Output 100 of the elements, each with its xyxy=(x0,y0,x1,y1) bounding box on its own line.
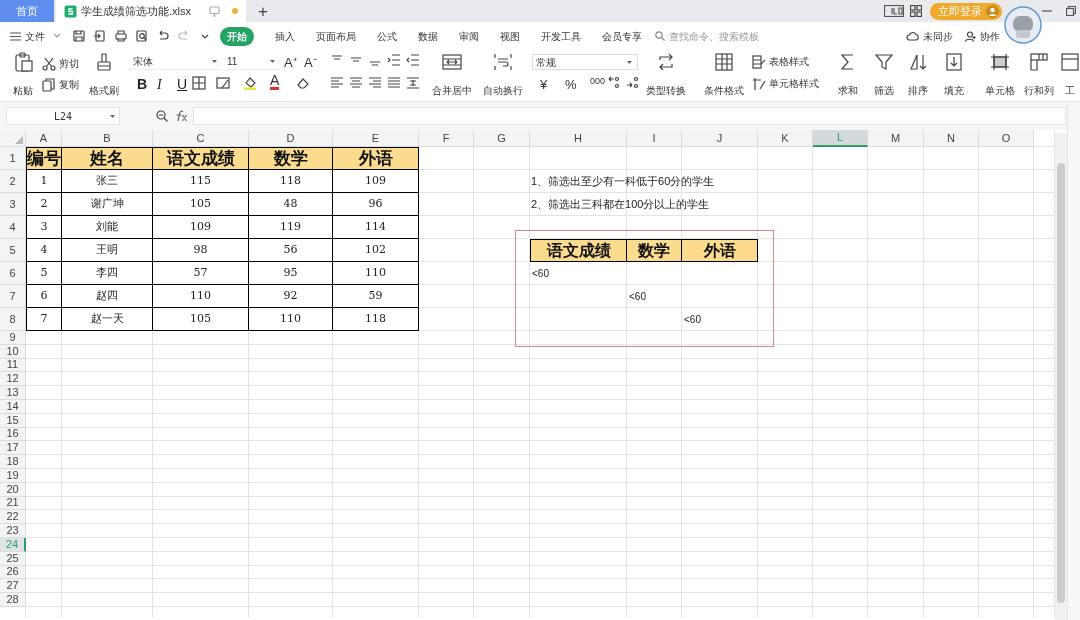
bold-button[interactable]: B xyxy=(137,74,148,95)
percent-button[interactable]: % xyxy=(565,75,577,95)
column-header[interactable]: C xyxy=(153,130,249,147)
column-header[interactable]: D xyxy=(249,130,333,147)
undo-icon[interactable] xyxy=(157,30,169,42)
row-header[interactable]: 22 xyxy=(0,510,26,525)
column-header[interactable]: M xyxy=(868,130,924,147)
align-right-icon[interactable] xyxy=(368,76,382,90)
row-header[interactable]: 3 xyxy=(0,193,26,216)
row-header[interactable]: 8 xyxy=(0,308,26,331)
function-icon[interactable] xyxy=(174,110,188,122)
distributed-icon[interactable] xyxy=(406,76,420,90)
borders-icon[interactable] xyxy=(192,76,206,90)
vertical-scrollbar[interactable] xyxy=(1055,133,1067,620)
number-format-select[interactable]: 常规 xyxy=(532,54,638,70)
column-header[interactable]: K xyxy=(758,130,813,147)
column-header[interactable]: E xyxy=(333,130,419,147)
collaborate-button[interactable]: 协作 xyxy=(965,28,1000,44)
row-header[interactable]: 9 xyxy=(0,331,26,345)
row-header[interactable]: 12 xyxy=(0,372,26,387)
align-center-icon[interactable] xyxy=(349,76,363,90)
caret-icon[interactable] xyxy=(109,113,116,120)
fill-color-icon[interactable] xyxy=(243,76,257,90)
file-tab[interactable]: 学生成绩筛选功能.xlsx xyxy=(56,0,246,22)
reader-mode-icon[interactable] xyxy=(884,5,904,17)
conditional-format-button[interactable]: 条件格式 xyxy=(700,52,748,98)
row-header[interactable]: 2 xyxy=(0,170,26,193)
worksheet-button[interactable]: 工 xyxy=(1060,52,1080,98)
column-header[interactable]: N xyxy=(924,130,979,147)
column-header[interactable]: F xyxy=(419,130,474,147)
column-header[interactable]: I xyxy=(627,130,682,147)
row-header[interactable]: 6 xyxy=(0,262,26,285)
row-header[interactable]: 5 xyxy=(0,239,26,262)
wrap-text-button[interactable]: 自动换行 xyxy=(482,52,524,98)
column-header[interactable]: J xyxy=(682,130,758,147)
column-header[interactable]: H xyxy=(530,130,627,147)
restore-icon[interactable] xyxy=(1066,6,1076,16)
row-header[interactable]: 1 xyxy=(0,147,26,170)
print-preview-icon[interactable] xyxy=(136,30,148,42)
type-convert-button[interactable]: 类型转换 xyxy=(642,52,690,98)
font-name-select[interactable]: 宋体 xyxy=(130,54,222,70)
column-header[interactable]: A xyxy=(26,130,62,147)
printer-icon[interactable] xyxy=(115,30,127,42)
copy-button[interactable]: 复制 xyxy=(42,77,79,92)
decrease-font-button[interactable]: A⁻ xyxy=(304,53,317,73)
justify-icon[interactable] xyxy=(387,76,401,90)
grid-apps-icon[interactable] xyxy=(910,5,922,17)
menu-tab[interactable]: 视图 xyxy=(500,28,520,44)
menu-tab[interactable]: 开发工具 xyxy=(541,28,581,44)
thousands-button[interactable]: 000 xyxy=(590,75,606,89)
row-header[interactable]: 28 xyxy=(0,593,26,607)
table-style-button[interactable]: 表格样式 xyxy=(752,54,809,69)
menu-tab[interactable]: 数据 xyxy=(418,28,438,44)
cell-format-icon[interactable] xyxy=(216,76,230,90)
menu-tab[interactable]: 插入 xyxy=(275,28,295,44)
row-header[interactable]: 13 xyxy=(0,386,26,400)
italic-button[interactable]: I xyxy=(157,74,162,95)
row-header[interactable]: 18 xyxy=(0,455,26,469)
underline-button[interactable]: U xyxy=(177,74,188,95)
fill-button[interactable]: 填充 xyxy=(936,52,972,98)
column-header[interactable]: G xyxy=(474,130,530,147)
chevron-down-icon[interactable] xyxy=(53,33,61,39)
row-header[interactable]: 27 xyxy=(0,579,26,594)
sync-button[interactable]: 未同步 xyxy=(906,28,953,44)
cells-button[interactable]: 单元格 xyxy=(978,52,1022,98)
export-icon[interactable] xyxy=(94,30,106,42)
font-color-button[interactable]: A xyxy=(270,73,280,90)
decrease-decimal-icon[interactable] xyxy=(626,75,640,89)
currency-button[interactable]: ¥ xyxy=(540,75,548,95)
font-size-select[interactable]: 11 xyxy=(224,54,280,70)
menu-tab[interactable]: 页面布局 xyxy=(316,28,356,44)
save-icon[interactable] xyxy=(73,30,85,42)
row-header[interactable]: 17 xyxy=(0,441,26,456)
increase-font-button[interactable]: A⁺ xyxy=(284,53,297,73)
new-tab-button[interactable]: + xyxy=(258,2,268,20)
file-menu-button[interactable]: 文件 xyxy=(10,28,45,44)
menu-tab[interactable]: 审阅 xyxy=(459,28,479,44)
rows-columns-button[interactable]: 行和列 xyxy=(1020,52,1058,98)
decrease-indent-icon[interactable] xyxy=(387,53,401,67)
formula-input[interactable] xyxy=(193,107,1066,125)
assistant-avatar[interactable] xyxy=(1004,6,1042,44)
scrollbar-thumb[interactable] xyxy=(1057,163,1065,603)
cut-button[interactable]: 剪切 xyxy=(42,56,79,71)
format-painter-button[interactable]: 格式刷 xyxy=(86,52,122,98)
menu-tab[interactable]: 会员专享 xyxy=(602,28,642,44)
row-header[interactable]: 7 xyxy=(0,285,26,308)
menu-tab[interactable]: 公式 xyxy=(377,28,397,44)
align-left-icon[interactable] xyxy=(330,76,344,90)
column-header[interactable]: O xyxy=(979,130,1034,147)
name-box[interactable]: L24 xyxy=(6,107,120,125)
row-header[interactable]: 4 xyxy=(0,216,26,239)
filter-button[interactable]: 筛选 xyxy=(868,52,900,98)
command-search-field[interactable]: 查找命令、搜索模板 xyxy=(655,28,779,44)
row-header[interactable]: 23 xyxy=(0,524,26,538)
sort-button[interactable]: 排序 xyxy=(902,52,934,98)
increase-decimal-icon[interactable] xyxy=(608,75,622,89)
merge-center-button[interactable]: 合并居中 xyxy=(426,52,478,98)
column-header[interactable]: B xyxy=(62,130,153,147)
increase-indent-icon[interactable] xyxy=(406,53,420,67)
sum-button[interactable]: 求和 xyxy=(832,52,864,98)
